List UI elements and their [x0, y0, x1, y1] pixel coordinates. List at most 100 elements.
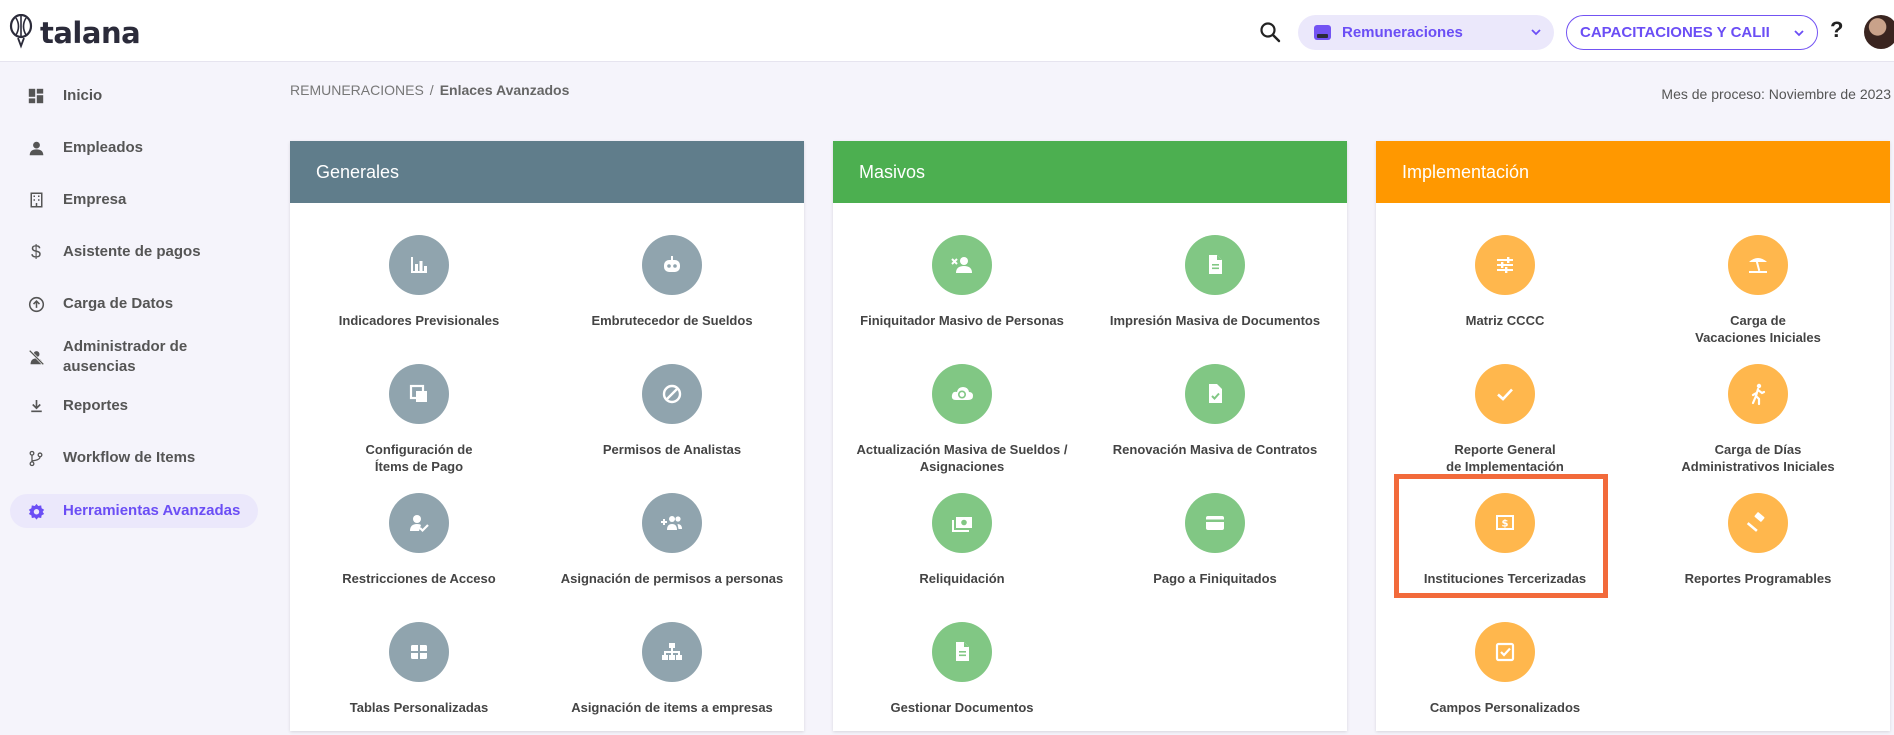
card-title: Implementación [1402, 161, 1530, 182]
tool-reportes-programables[interactable]: Reportes Programables [1633, 493, 1883, 587]
top-bar: talana Remuneraciones CAPACITACIONES Y C… [0, 0, 1894, 62]
sidebar-item-label: Herramientas Avanzadas [63, 502, 241, 519]
tool-asignacion-permisos-personas[interactable]: Asignación de permisos a personas [547, 493, 797, 587]
sidebar-item-label: Administrador de ausencias [63, 338, 188, 375]
person-off-icon [26, 347, 46, 367]
document-text-icon [932, 622, 992, 682]
dollar-bill-icon: $ [1475, 493, 1535, 553]
sidebar-item-empleados[interactable]: Empleados [10, 130, 258, 166]
tool-label: Impresión Masiva de Documentos [1109, 313, 1321, 328]
sidebar-item-label: Empresa [63, 191, 127, 208]
tool-reliquidacion[interactable]: Reliquidación [837, 493, 1087, 587]
tool-renovacion-masiva-contratos[interactable]: Renovación Masiva de Contratos [1090, 364, 1340, 458]
tool-label: Reliquidación [919, 571, 1005, 586]
tool-reporte-general-implementacion[interactable]: Reporte General de Implementación [1380, 364, 1630, 475]
tool-label: Instituciones Tercerizadas [1423, 571, 1587, 586]
tool-label: Asignación de items a empresas [571, 700, 773, 715]
tool-label: Matriz CCCC [1465, 313, 1545, 328]
card-implementacion: Implementación Matriz CCCC Carga de Vaca… [1376, 141, 1890, 731]
upload-icon [26, 294, 46, 314]
sitemap-icon [642, 622, 702, 682]
tool-carga-dias-administrativos[interactable]: Carga de Días Administrativos Iniciales [1633, 364, 1883, 475]
tool-configuracion-items-pago[interactable]: Configuración de Ítems de Pago [294, 364, 544, 475]
chevron-down-icon [1794, 30, 1804, 37]
tool-asignacion-items-empresas[interactable]: Asignación de items a empresas [547, 622, 797, 716]
chevron-down-icon [1531, 29, 1541, 36]
tool-label: Pago a Finiquitados [1153, 571, 1277, 586]
company-selector[interactable]: CAPACITACIONES Y CALII [1566, 15, 1818, 50]
tool-embrutecedor-sueldos[interactable]: Embrutecedor de Sueldos [547, 235, 797, 329]
gavel-icon [1728, 493, 1788, 553]
tool-instituciones-tercerizadas[interactable]: $ Instituciones Tercerizadas [1380, 493, 1630, 587]
tool-matriz-cccc[interactable]: Matriz CCCC [1380, 235, 1630, 329]
dollar-icon: $ [30, 241, 41, 262]
sidebar-item-workflow[interactable]: Workflow de Items [10, 440, 258, 476]
table-icon [389, 622, 449, 682]
logo-text: talana [40, 16, 141, 50]
sidebar-item-herramientas[interactable]: Herramientas Avanzadas [10, 494, 258, 528]
workflow-icon [26, 448, 46, 468]
tool-finiquitador-masivo[interactable]: Finiquitador Masivo de Personas [837, 235, 1087, 329]
sidebar-item-empresa[interactable]: Empresa [10, 182, 258, 218]
talana-logo[interactable]: talana [8, 14, 141, 50]
tool-label: Carga de Vacaciones Iniciales [1695, 313, 1821, 345]
card-header: Generales [290, 141, 804, 203]
module-icon [1314, 25, 1331, 40]
tool-label: Configuración de Ítems de Pago [365, 442, 473, 474]
tool-label: Carga de Días Administrativos Iniciales [1681, 442, 1835, 474]
group-add-icon [642, 493, 702, 553]
download-icon [26, 396, 46, 416]
card-title: Masivos [859, 161, 926, 182]
tool-label: Actualización Masiva de Sueldos / Asigna… [856, 442, 1068, 474]
cloud-sync-icon [932, 364, 992, 424]
sidebar-item-reportes[interactable]: Reportes [10, 388, 258, 424]
check-icon [1475, 364, 1535, 424]
breadcrumb-parent[interactable]: REMUNERACIONES [290, 82, 424, 98]
sidebar-item-asistente-pagos[interactable]: $ Asistente de pagos [10, 234, 258, 270]
sidebar-item-label: Carga de Datos [63, 295, 174, 312]
tool-impresion-masiva-documentos[interactable]: Impresión Masiva de Documentos [1090, 235, 1340, 329]
tool-gestionar-documentos[interactable]: Gestionar Documentos [837, 622, 1087, 716]
card-header: Implementación [1376, 141, 1890, 203]
tool-permisos-analistas[interactable]: Permisos de Analistas [547, 364, 797, 458]
person-remove-icon [932, 235, 992, 295]
sidebar-item-ausencias[interactable]: Administrador de ausencias [10, 332, 258, 382]
file-check-icon [1185, 364, 1245, 424]
copy-icon [389, 364, 449, 424]
search-button[interactable] [1258, 20, 1282, 44]
svg-text:$: $ [1502, 519, 1509, 530]
tool-label: Gestionar Documentos [890, 700, 1034, 715]
tool-actualizacion-masiva-sueldos[interactable]: Actualización Masiva de Sueldos / Asigna… [837, 364, 1087, 475]
sidebar-item-label: Empleados [63, 139, 144, 156]
tool-tablas-personalizadas[interactable]: Tablas Personalizadas [294, 622, 544, 716]
card-icon [1185, 493, 1245, 553]
module-selector[interactable]: Remuneraciones [1298, 15, 1554, 50]
tool-label: Campos Personalizados [1429, 700, 1581, 715]
tool-pago-finiquitados[interactable]: Pago a Finiquitados [1090, 493, 1340, 587]
person-check-icon [389, 493, 449, 553]
tool-label: Finiquitador Masivo de Personas [860, 313, 1064, 328]
beach-icon [1728, 235, 1788, 295]
sidebar-item-label: Inicio [63, 87, 103, 104]
tool-restricciones-acceso[interactable]: Restricciones de Acceso [294, 493, 544, 587]
document-icon [1185, 235, 1245, 295]
building-icon [26, 190, 46, 210]
tool-label: Permisos de Analistas [602, 442, 742, 457]
sidebar-item-inicio[interactable]: Inicio [10, 78, 258, 114]
process-month: Mes de proceso: Noviembre de 2023 [1661, 86, 1891, 102]
card-masivos: Masivos Finiquitador Masivo de Personas … [833, 141, 1347, 731]
dashboard-icon [26, 86, 46, 106]
tool-label: Reporte General de Implementación [1446, 442, 1564, 474]
tool-label: Embrutecedor de Sueldos [591, 313, 753, 328]
sidebar-item-carga-datos[interactable]: Carga de Datos [10, 286, 258, 322]
breadcrumb: REMUNERACIONES / Enlaces Avanzados [290, 82, 569, 98]
card-title: Generales [316, 161, 400, 182]
tool-label: Tablas Personalizadas [349, 700, 489, 715]
help-button[interactable]: ? [1830, 17, 1843, 43]
breadcrumb-separator: / [429, 82, 434, 98]
avatar[interactable] [1864, 15, 1894, 49]
tool-campos-personalizados[interactable]: Campos Personalizados [1380, 622, 1630, 716]
tool-carga-vacaciones-iniciales[interactable]: Carga de Vacaciones Iniciales [1633, 235, 1883, 346]
robot-icon [642, 235, 702, 295]
tool-indicadores-previsionales[interactable]: Indicadores Previsionales [294, 235, 544, 329]
